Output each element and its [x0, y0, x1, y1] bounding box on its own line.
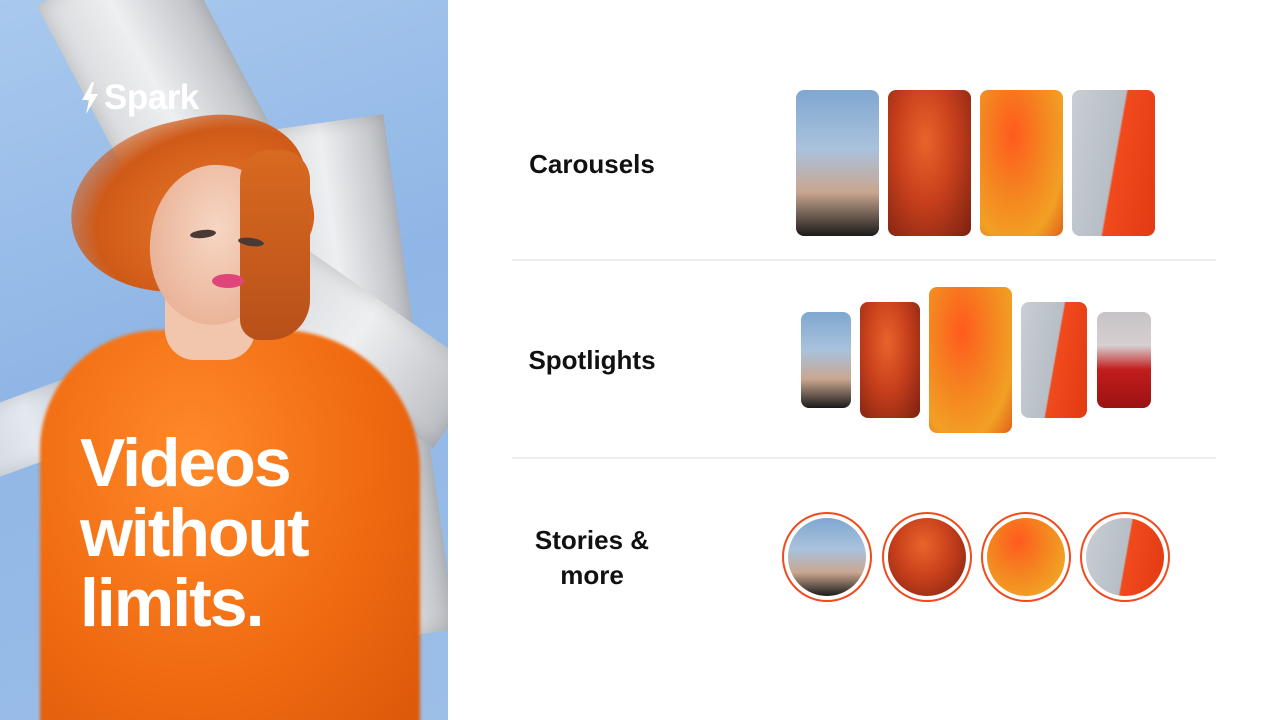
- section-label-line: Carousels: [529, 148, 655, 179]
- bolt-icon: [82, 82, 98, 114]
- section-divider: [512, 259, 1216, 261]
- lips: [212, 274, 244, 288]
- story-circle: [882, 512, 972, 602]
- story-thumbnails: [782, 460, 1212, 656]
- thumbnail: [1021, 302, 1087, 418]
- section-divider: [512, 457, 1216, 459]
- story-circle: [981, 512, 1071, 602]
- thumbnail: [1097, 312, 1151, 408]
- section-label-line: Stories &: [534, 525, 650, 555]
- spotlight-thumbnails: [782, 262, 1212, 458]
- section-label-line: Spotlights: [528, 344, 656, 375]
- headline-line: Videos: [80, 425, 292, 501]
- headline-line: without: [80, 495, 310, 571]
- section-label-line: more: [560, 560, 624, 590]
- carousel-thumbnails: [782, 68, 1212, 260]
- story-circle: [1080, 512, 1170, 602]
- thumbnail: [888, 90, 971, 236]
- story-photo: [888, 518, 966, 596]
- story-photo: [987, 518, 1065, 596]
- section-carousels: Carousels: [512, 68, 1216, 260]
- story-circle: [782, 512, 872, 602]
- story-photo: [1086, 518, 1164, 596]
- spark-logo: Spark: [80, 78, 199, 118]
- section-label: Carousels: [512, 147, 672, 182]
- thumbnail: [980, 90, 1063, 236]
- story-photo: [788, 518, 866, 596]
- section-label: Spotlights: [512, 343, 672, 378]
- section-label: Stories & more: [512, 523, 672, 593]
- thumbnail: [801, 312, 851, 408]
- thumbnail: [1072, 90, 1155, 236]
- hero-headline: Videos without limits.: [80, 428, 440, 638]
- section-spotlights: Spotlights: [512, 262, 1216, 458]
- thumbnail: [860, 302, 920, 418]
- hero-panel: Spark Videos without limits.: [0, 0, 448, 720]
- section-stories: Stories & more: [512, 460, 1216, 656]
- thumbnail: [796, 90, 879, 236]
- headline-line: limits.: [80, 565, 265, 641]
- brand-name: Spark: [104, 78, 199, 117]
- thumbnail-featured: [929, 287, 1012, 433]
